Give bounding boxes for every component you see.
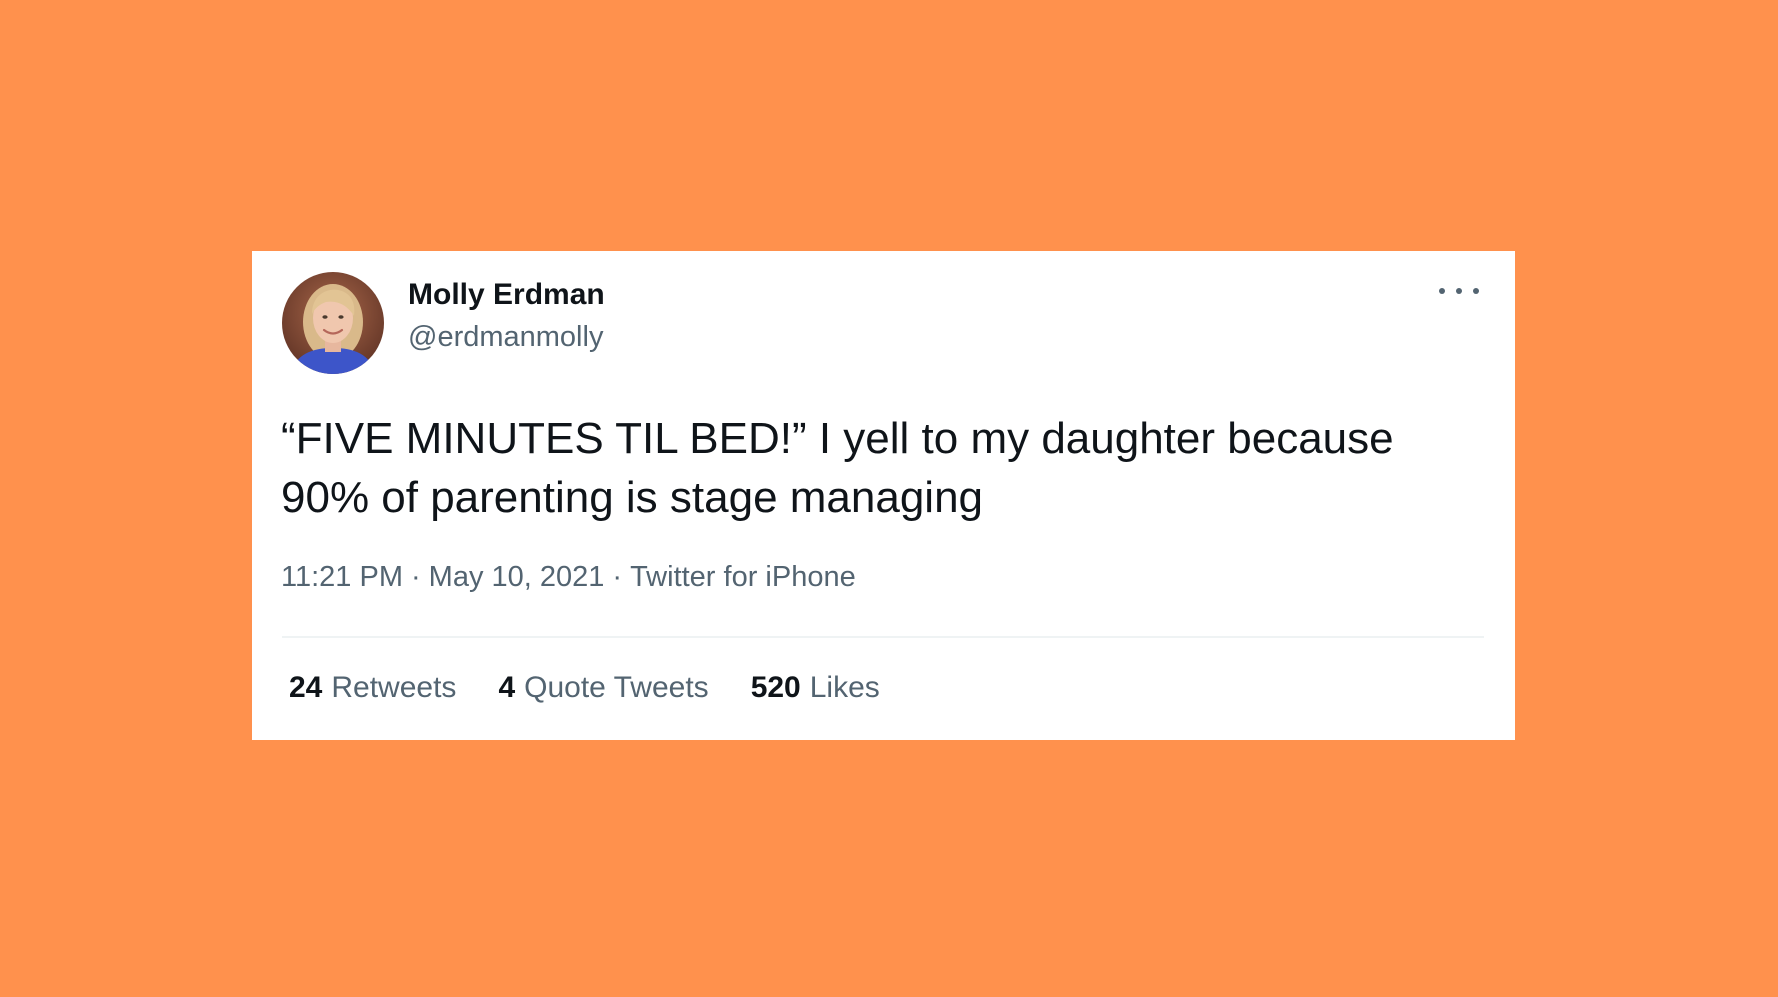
- meta-separator: ·: [612, 561, 623, 593]
- likes-count: 520: [750, 671, 801, 704]
- tweet-stats: 24 Retweets 4 Quote Tweets 520 Likes: [289, 671, 880, 705]
- divider: [282, 636, 1484, 638]
- meta-separator: ·: [410, 561, 421, 593]
- avatar[interactable]: [282, 272, 384, 374]
- tweet-card: Molly Erdman @erdmanmolly “FIVE MINUTES …: [252, 251, 1515, 740]
- more-options-icon[interactable]: [1439, 281, 1479, 301]
- tweet-source[interactable]: Twitter for iPhone: [630, 561, 856, 593]
- quote-tweets-label: Quote Tweets: [524, 671, 709, 704]
- retweets-label: Retweets: [331, 671, 457, 704]
- more-dot: [1456, 288, 1462, 294]
- author-name[interactable]: Molly Erdman: [408, 278, 605, 312]
- likes-label: Likes: [809, 671, 880, 704]
- tweet-meta: 11:21 PM · May 10, 2021 · Twitter for iPhone: [281, 561, 856, 594]
- tweet-date[interactable]: May 10, 2021: [429, 561, 605, 593]
- more-dot: [1473, 288, 1479, 294]
- retweets-stat[interactable]: 24 Retweets: [289, 671, 456, 705]
- likes-stat[interactable]: 520 Likes: [751, 671, 880, 705]
- tweet-text: “FIVE MINUTES TIL BED!” I yell to my dau…: [281, 414, 1394, 522]
- tweet-time[interactable]: 11:21 PM: [281, 561, 403, 593]
- quote-tweets-stat[interactable]: 4 Quote Tweets: [498, 671, 708, 705]
- retweets-count: 24: [289, 671, 323, 704]
- quote-tweets-count: 4: [498, 671, 516, 704]
- more-dot: [1439, 288, 1445, 294]
- author-handle[interactable]: @erdmanmolly: [408, 321, 603, 354]
- avatar-image: [282, 272, 384, 374]
